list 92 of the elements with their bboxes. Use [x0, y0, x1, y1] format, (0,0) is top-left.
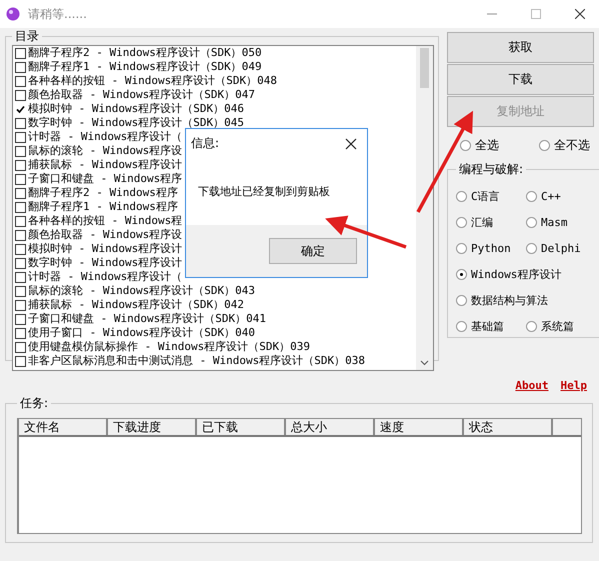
radio-label[interactable]: 基础篇 [471, 318, 504, 334]
radio-label[interactable]: Delphi [541, 242, 581, 254]
link[interactable]: Help [560, 379, 587, 395]
checkbox[interactable] [15, 76, 26, 86]
radio-label[interactable]: 全选 [475, 136, 499, 154]
list-item[interactable]: 非客户区鼠标消息和击中测试消息 - Windows程序设计（SDK）038 [28, 354, 365, 368]
checkbox[interactable] [15, 230, 26, 240]
list-item[interactable]: 翻牌子程序2 - Windows程序设计（SDK）050 [28, 46, 262, 60]
radio-button[interactable] [526, 242, 537, 254]
radio-button[interactable] [539, 140, 550, 150]
checkbox[interactable] [15, 314, 26, 324]
column-header[interactable]: 状态 [464, 419, 553, 435]
radio-label[interactable]: 全不选 [554, 136, 590, 154]
checkbox[interactable] [15, 286, 26, 296]
radio-button[interactable] [456, 294, 467, 306]
list-item[interactable]: 计时器 - Windows程序设计（ [28, 270, 182, 284]
column-header[interactable]: 文件名 [19, 419, 108, 435]
scrollbar[interactable] [416, 46, 433, 370]
radio-label[interactable]: Python [471, 242, 511, 254]
checkbox[interactable] [15, 188, 26, 198]
list-item[interactable]: 鼠标的滚轮 - Windows程序设计（SDK）043 [28, 284, 255, 298]
group-label: 编程与破解: [458, 161, 524, 178]
column-header[interactable]: 下载进度 [108, 419, 197, 435]
list-item[interactable]: 子窗口和键盘 - Windows程序 [28, 172, 182, 186]
checkbox[interactable] [15, 258, 26, 268]
radio-button[interactable] [456, 190, 467, 202]
close-icon[interactable] [345, 138, 357, 150]
checkbox[interactable] [15, 328, 26, 338]
checkbox[interactable] [15, 174, 26, 184]
scroll-thumb[interactable] [420, 48, 429, 88]
list-item[interactable]: 捕获鼠标 - Windows程序设计（SDK）042 [28, 298, 244, 312]
checkbox[interactable] [15, 90, 26, 100]
window-title: 请稍等...... [28, 6, 87, 22]
checkbox[interactable] [15, 62, 26, 72]
dialog-message: 下载地址已经复制到剪贴板 [197, 184, 331, 200]
radio-button[interactable] [456, 242, 467, 254]
checkbox[interactable] [15, 146, 26, 156]
radio-button[interactable] [526, 216, 537, 228]
list-item[interactable]: 颜色拾取器 - Windows程序设计（SDK）047 [28, 88, 255, 102]
action-button[interactable]: 下载 [447, 64, 594, 95]
checkbox[interactable] [15, 160, 26, 170]
radio-label[interactable]: 汇编 [471, 214, 493, 230]
list-item[interactable]: 翻牌子程序2 - Windows程序 [28, 186, 178, 200]
column-header[interactable]: 已下载 [197, 419, 286, 435]
list-item[interactable]: 数字时钟 - Windows程序设计 [28, 256, 182, 270]
list-item[interactable]: 捕获鼠标 - Windows程序设计 [28, 158, 182, 172]
group-label: 任务: [19, 395, 50, 412]
radio-button[interactable] [526, 320, 537, 332]
radio-label[interactable]: Masm [541, 216, 568, 228]
radio-button[interactable] [456, 216, 467, 228]
list-item[interactable]: 颜色拾取器 - Windows程序设 [28, 228, 182, 242]
link[interactable]: About [515, 379, 548, 395]
app-icon [6, 7, 20, 21]
list-item[interactable]: 子窗口和键盘 - Windows程序设计（SDK）041 [28, 312, 266, 326]
checkbox[interactable] [15, 244, 26, 254]
scroll-down-icon[interactable] [420, 360, 429, 366]
list-item[interactable]: 翻牌子程序1 - Windows程序 [28, 200, 178, 214]
checkbox[interactable] [15, 118, 26, 128]
column-header[interactable]: 总大小 [286, 419, 375, 435]
radio-label[interactable]: C++ [541, 190, 561, 202]
radio-label[interactable]: 系统篇 [541, 318, 574, 334]
list-item[interactable]: 翻牌子程序1 - Windows程序设计（SDK）049 [28, 60, 262, 74]
list-item[interactable]: 计时器 - Windows程序设计（ [28, 130, 182, 144]
checkbox[interactable] [15, 216, 26, 226]
list-item[interactable]: 鼠标的滚轮 - Windows程序设 [28, 144, 182, 158]
list-item[interactable]: 使用键盘模仿鼠标操作 - Windows程序设计（SDK）039 [28, 340, 310, 354]
list-item[interactable]: 各种各样的按钮 - Windows程序设计（SDK）048 [28, 74, 277, 88]
radio-button[interactable] [526, 190, 537, 202]
radio-label[interactable]: C语言 [471, 188, 500, 204]
close-icon[interactable] [575, 9, 585, 19]
radio-button[interactable] [456, 320, 467, 332]
group-label: 目录 [14, 28, 40, 45]
action-button[interactable]: 获取 [447, 32, 594, 63]
checkbox[interactable] [15, 272, 26, 282]
checkbox[interactable] [15, 48, 26, 58]
list-item[interactable]: 各种各样的按钮 - Windows程 [28, 214, 182, 228]
checkbox[interactable] [15, 342, 26, 352]
radio-label[interactable]: Windows程序设计 [471, 266, 562, 282]
list-item[interactable]: 数字时钟 - Windows程序设计（SDK）045 [28, 116, 244, 130]
radio-label[interactable]: 数据结构与算法 [471, 292, 548, 308]
list-item[interactable]: 模拟时钟 - Windows程序设计（SDK）046 [28, 102, 244, 116]
radio-button[interactable] [456, 268, 467, 280]
dialog-title: 信息: [191, 135, 220, 152]
list-item[interactable]: 模拟时钟 - Windows程序设计 [28, 242, 182, 256]
ok-button[interactable]: 确定 [269, 238, 357, 264]
checkbox[interactable] [15, 202, 26, 212]
radio-button[interactable] [460, 140, 471, 150]
column-header[interactable]: 速度 [375, 419, 464, 435]
list-item[interactable]: 使用子窗口 - Windows程序设计（SDK）040 [28, 326, 255, 340]
checkbox[interactable] [15, 300, 26, 310]
checkbox[interactable] [15, 132, 26, 142]
checkbox[interactable] [15, 356, 26, 366]
